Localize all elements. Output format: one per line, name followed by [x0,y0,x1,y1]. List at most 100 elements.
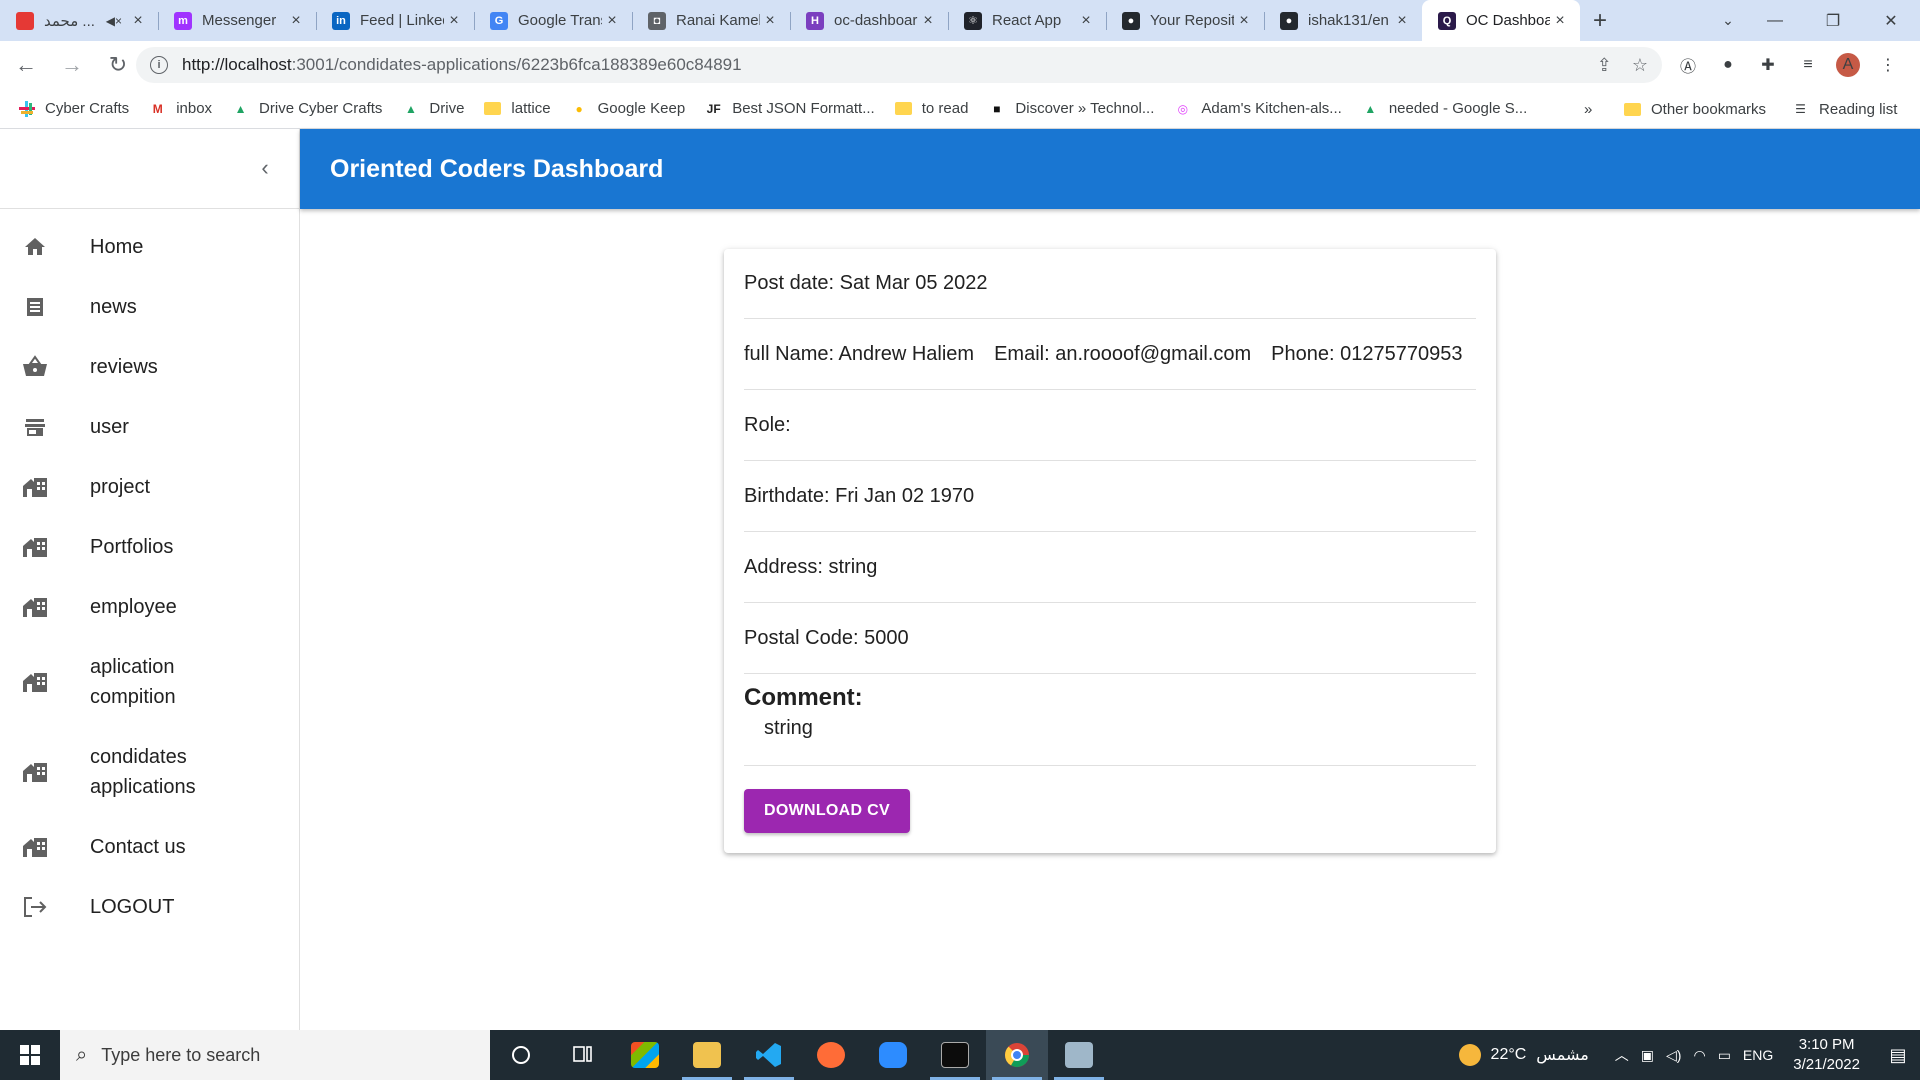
sidebar-item-portfolios[interactable]: Portfolios [0,517,299,577]
birthdate: Birthdate: Fri Jan 02 1970 [744,484,975,507]
tab-close-icon[interactable]: × [602,12,622,30]
bookmark-item[interactable]: ▲ Drive Cyber Crafts [232,100,383,117]
bookmark-item[interactable]: ■ Discover » Technol... [988,100,1154,117]
download-cv-button[interactable]: DOWNLOAD CV [744,789,910,833]
bookmark-item[interactable]: ● Google Keep [571,100,685,117]
battery-icon[interactable]: ▭ [1718,1047,1731,1064]
site-info-icon[interactable]: i [150,56,168,74]
browser-toolbar: ← → ↻ i http://localhost:3001/condidates… [0,41,1920,89]
file-explorer-icon[interactable] [676,1030,738,1080]
sidebar-item-user[interactable]: user [0,397,299,457]
browser-tab[interactable]: Q OC Dashboard× [1422,0,1580,41]
tab-close-icon[interactable]: × [286,12,306,30]
browser-menu-icon[interactable]: ⋮ [1876,53,1900,77]
meet-now-icon[interactable]: ▣ [1641,1047,1654,1064]
tab-search-icon[interactable]: ⌄ [1708,0,1748,41]
chevron-up-icon[interactable]: ︿ [1615,1045,1629,1065]
weather-widget[interactable]: 22°C مشمس [1458,1044,1589,1066]
bookmark-label: needed - Google S... [1388,100,1528,117]
task-view-icon[interactable] [552,1030,614,1080]
restore-icon[interactable]: ❐ [1804,0,1862,41]
extension-a-icon[interactable]: Ⓐ [1676,53,1700,77]
media-control-icon[interactable]: ≡ [1796,53,1820,77]
tab-close-icon[interactable]: × [1550,12,1570,30]
other-bookmarks[interactable]: Other bookmarks [1624,101,1766,118]
tab-close-icon[interactable]: × [760,12,780,30]
new-tab-icon[interactable]: + [1580,0,1620,41]
notification-center-icon[interactable]: ▤ [1876,1030,1920,1080]
bookmark-star-icon[interactable]: ☆ [1632,55,1648,76]
chevron-left-icon[interactable]: ‹ [250,153,280,183]
phone: Phone: 01275770953 [1271,342,1463,365]
bookmark-item[interactable]: ◎ Adam's Kitchen-als... [1174,100,1342,117]
address: Address: string [744,555,878,578]
bookmark-item[interactable]: ▲ Drive [402,100,464,117]
sidebar-item-condidates-applications[interactable]: condidates applications [0,727,299,817]
clock-time: 3:10 PM [1798,1036,1855,1053]
bookmark-item[interactable]: ▲ needed - Google S... [1362,100,1527,117]
sidebar: ‹ Home news reviews user project Portfolios em… [0,129,300,1030]
terminal-icon[interactable] [924,1030,986,1080]
bookmark-item[interactable]: Cyber Crafts [18,100,129,117]
profile-extension-icon[interactable]: ● [1716,53,1740,77]
sidebar-item-home[interactable]: Home [0,217,299,277]
browser-tab[interactable]: ● ishak131/en × [1264,0,1422,41]
bookmark-item[interactable]: Minbox [149,100,212,117]
remote-desktop-icon[interactable] [1048,1030,1110,1080]
bookmark-item[interactable]: to read [894,100,968,117]
browser-tab[interactable]: Hoc-dashboard × [790,0,948,41]
sidebar-item-logout[interactable]: LOGOUT [0,877,299,937]
sidebar-header: ‹ [0,129,299,209]
profile-avatar[interactable]: A [1836,53,1860,77]
reading-list-icon: ☰ [1795,102,1806,116]
tab-close-icon[interactable]: × [1234,12,1254,30]
browser-tab[interactable]: ● Your Repositories× [1106,0,1264,41]
sidebar-item-aplication-compition[interactable]: aplication compition [0,637,299,727]
tab-close-icon[interactable]: × [1392,12,1412,30]
chrome-icon[interactable] [986,1030,1048,1080]
tab-close-icon[interactable]: × [918,12,938,30]
tab-muted-icon[interactable]: ◀× [106,14,122,28]
browser-tab[interactable]: in Feed | LinkedIn× [316,0,474,41]
address-bar[interactable]: i http://localhost:3001/condidates-appli… [136,47,1662,83]
microsoft-store-icon[interactable] [614,1030,676,1080]
full-name: full Name: Andrew Haliem [744,342,975,365]
postman-icon[interactable] [800,1030,862,1080]
zoom-icon[interactable] [862,1030,924,1080]
tab-close-icon[interactable]: × [444,12,464,30]
back-icon[interactable]: ← [6,45,46,85]
close-window-icon[interactable]: ✕ [1862,0,1920,41]
windows-start-icon[interactable] [0,1030,60,1080]
browser-tab[interactable]: محمد ... ◀× × [0,0,158,41]
volume-icon[interactable]: ◁) [1666,1047,1681,1064]
reading-list[interactable]: ☰ Reading list [1792,101,1897,118]
tab-title: oc-dashboard [834,12,918,29]
vscode-icon[interactable] [738,1030,800,1080]
sidebar-item-news[interactable]: news [0,277,299,337]
sidebar-item-project[interactable]: project [0,457,299,517]
reload-icon[interactable]: ↻ [98,45,138,85]
bookmarks-overflow[interactable]: » [1584,89,1592,129]
taskbar-search[interactable]: ⌕ Type here to search [60,1030,490,1080]
cortana-icon[interactable] [490,1030,552,1080]
tab-close-icon[interactable]: × [1076,12,1096,30]
wifi-icon[interactable]: ◠ [1693,1047,1705,1064]
forward-icon[interactable]: → [52,45,92,85]
language-indicator[interactable]: ENG [1743,1047,1773,1063]
bookmark-item[interactable]: lattice [484,100,551,117]
sidebar-item-contact-us[interactable]: Contact us [0,817,299,877]
browser-tab[interactable]: G Google Translate× [474,0,632,41]
browser-tab[interactable]: ◘ Ranai Kamel × [632,0,790,41]
weather-temp: 22°C [1490,1046,1527,1063]
puzzle-extensions-icon[interactable]: ✚ [1756,53,1780,77]
share-icon[interactable]: ⇪ [1597,55,1612,76]
sidebar-item-reviews[interactable]: reviews [0,337,299,397]
tab-close-icon[interactable]: × [128,12,148,30]
browser-tab[interactable]: ⚛ React App × [948,0,1106,41]
sidebar-item-employee[interactable]: employee [0,577,299,637]
clock[interactable]: 3:10 PM 3/21/2022 [1793,1035,1860,1075]
other-bookmarks-label: Other bookmarks [1651,100,1767,118]
bookmark-item[interactable]: JF Best JSON Formatt... [705,100,875,117]
browser-tab[interactable]: m Messenger × [158,0,316,41]
minimize-icon[interactable]: — [1746,0,1804,41]
